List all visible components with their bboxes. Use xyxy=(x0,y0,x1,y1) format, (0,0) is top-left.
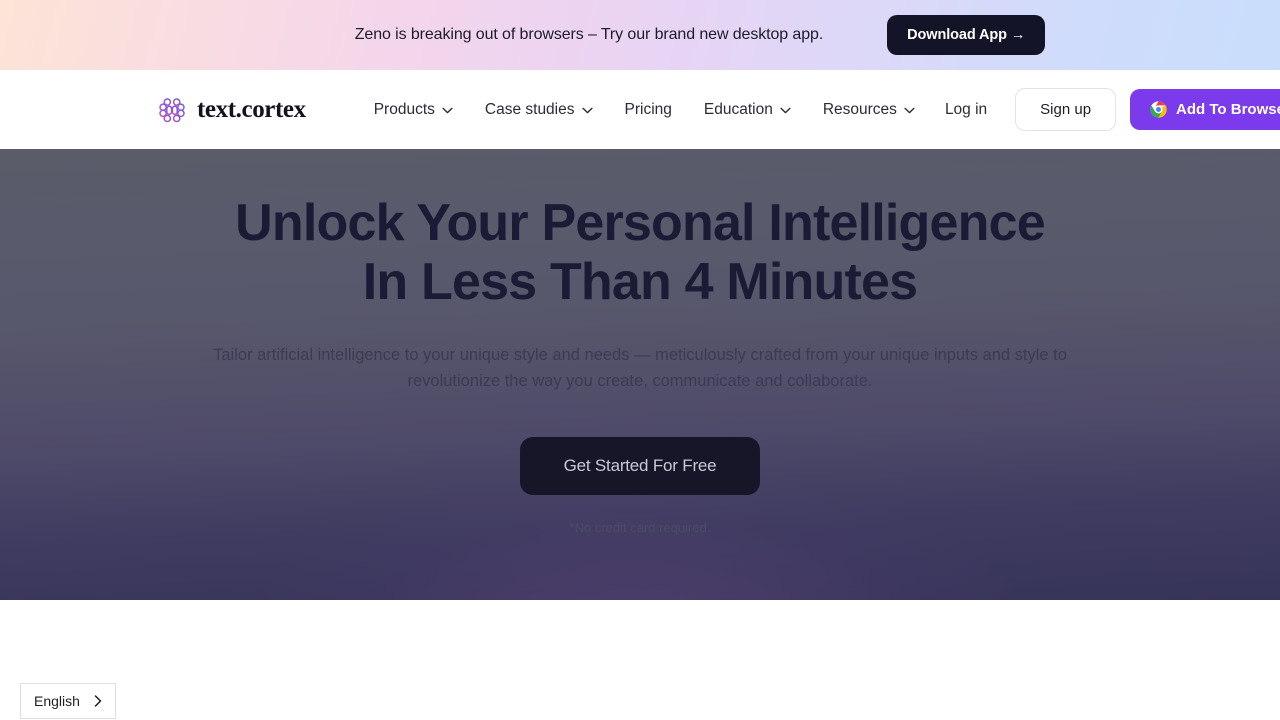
page-root: Zeno is breaking out of browsers – Try o… xyxy=(0,0,1280,720)
nav-item-pricing[interactable]: Pricing xyxy=(609,93,688,127)
hero-title-line-1: Unlock Your Personal Intelligence xyxy=(235,194,1046,252)
chevron-down-icon xyxy=(904,101,915,119)
promo-banner-message: Zeno is breaking out of browsers – Try o… xyxy=(354,26,824,43)
hero-content: Unlock Your Personal Intelligence In Les… xyxy=(0,149,1280,535)
nav-item-products[interactable]: Products xyxy=(358,93,469,127)
chevron-down-icon xyxy=(780,101,791,119)
nav-label: Case studies xyxy=(484,100,575,118)
signup-button[interactable]: Sign up xyxy=(1015,88,1117,131)
brand-name: text.cortex xyxy=(197,95,306,123)
page-title: Unlock Your Personal Intelligence In Les… xyxy=(0,194,1280,312)
nav-label: Products xyxy=(373,100,435,118)
brand-logo[interactable]: text.cortex xyxy=(157,95,306,125)
header-actions: Log in Sign up Add To Browser xyxy=(931,88,1280,131)
nav-item-case-studies[interactable]: Case studies xyxy=(469,93,609,127)
site-header: text.cortex Products Case studies Pricin… xyxy=(0,70,1280,149)
chevron-down-icon xyxy=(581,101,593,119)
hero-subtitle: Tailor artificial intelligence to your u… xyxy=(213,346,1067,390)
add-to-browser-label: Add To Browser xyxy=(1176,101,1280,118)
nav-label: Pricing xyxy=(624,100,672,118)
chrome-icon xyxy=(1150,101,1167,118)
add-to-browser-button[interactable]: Add To Browser xyxy=(1130,89,1280,130)
hero-credit-card-note: *No credit card required. xyxy=(569,520,711,535)
cookie-consent-banner: We are using cookies 🍪 to enhance your e… xyxy=(0,600,1280,720)
chevron-right-icon xyxy=(94,695,102,707)
login-link[interactable]: Log in xyxy=(931,93,1001,127)
language-selector-value: English xyxy=(34,693,80,709)
get-started-button[interactable]: Get Started For Free xyxy=(519,437,761,495)
cortex-brain-logo-icon xyxy=(157,95,187,125)
nav-item-resources[interactable]: Resources xyxy=(807,93,931,127)
language-selector[interactable]: English xyxy=(20,683,116,719)
hero-title-line-2: In Less Than 4 Minutes xyxy=(362,253,918,311)
nav-item-education[interactable]: Education xyxy=(688,93,807,127)
promo-banner: Zeno is breaking out of browsers – Try o… xyxy=(0,0,1280,70)
chevron-down-icon xyxy=(442,101,453,119)
download-app-button[interactable]: Download App → xyxy=(887,15,1046,55)
promo-banner-inner: Zeno is breaking out of browsers – Try o… xyxy=(0,15,1280,55)
hero-section: Unlock Your Personal Intelligence In Les… xyxy=(0,149,1280,600)
main-navigation: Products Case studies Pricing Education xyxy=(358,93,931,127)
nav-label: Education xyxy=(703,100,773,118)
nav-label: Resources xyxy=(822,100,897,118)
